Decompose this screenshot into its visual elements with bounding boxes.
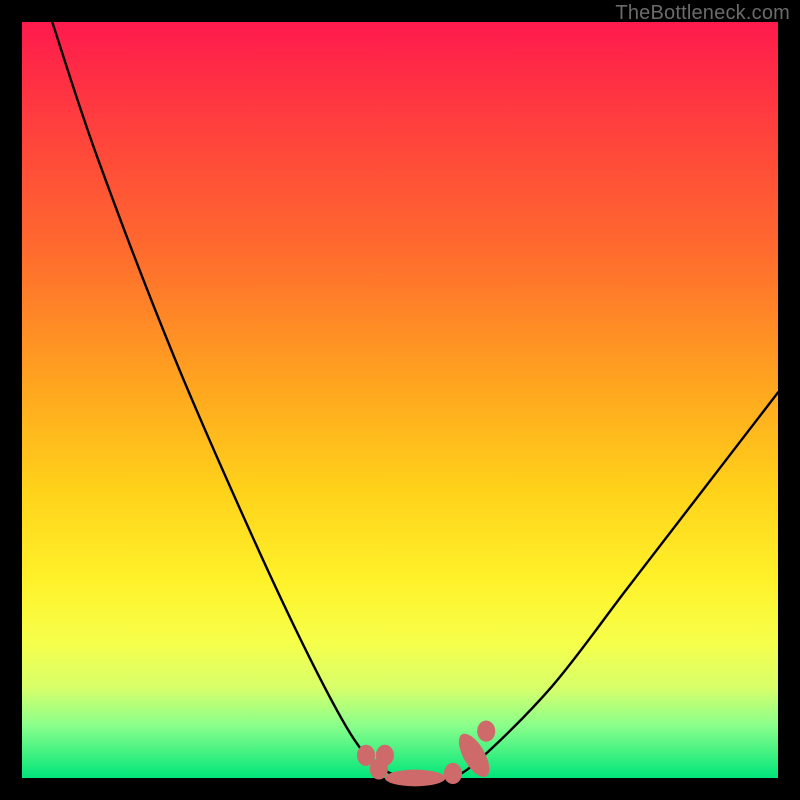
bottleneck-curve [52,22,778,779]
curve-group [52,22,778,779]
curve-svg [22,22,778,778]
plot-area [22,22,778,778]
marker-group [357,721,495,787]
trough-marker-3 [385,770,445,787]
trough-marker-6 [477,721,495,742]
chart-frame: TheBottleneck.com [0,0,800,800]
trough-marker-4 [444,763,462,784]
trough-marker-2 [376,745,394,766]
